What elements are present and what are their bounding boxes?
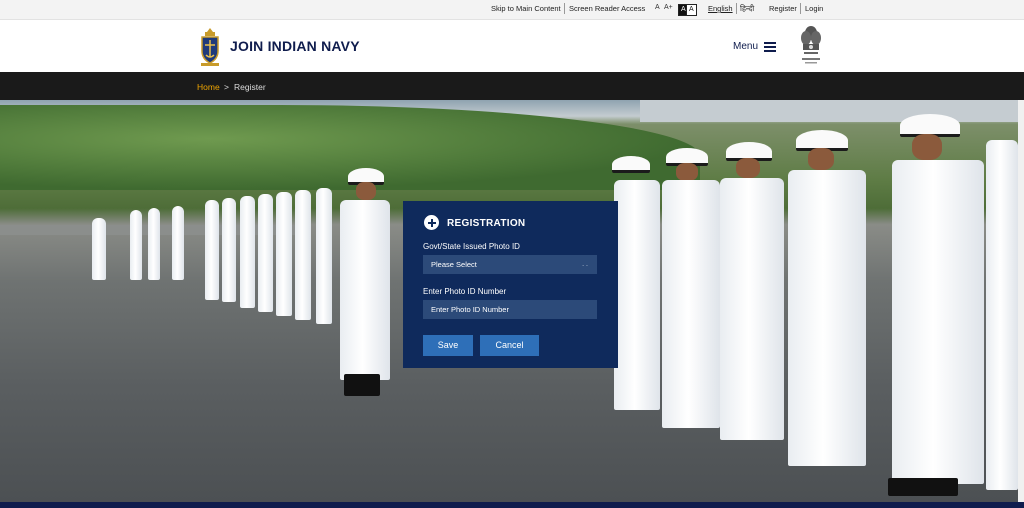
divider <box>564 3 565 14</box>
sailor-face <box>912 134 942 160</box>
breadcrumb-home-link[interactable]: Home <box>197 82 220 92</box>
breadcrumb-current: Register <box>234 82 266 92</box>
photo-id-number-placeholder: Enter Photo ID Number <box>431 305 509 314</box>
sailor-figure <box>295 190 311 320</box>
sailor-figure <box>788 170 866 466</box>
officer-face <box>356 182 376 200</box>
photo-id-select[interactable]: Please Select . . <box>423 255 597 274</box>
site-header: JOIN INDIAN NAVY Menu <box>0 20 1024 72</box>
sailor-boots <box>888 478 958 496</box>
sailor-figure <box>258 194 273 312</box>
sailor-face <box>808 148 834 170</box>
divider <box>800 3 801 14</box>
font-increase-button[interactable]: A+ <box>664 4 673 11</box>
photo-id-label: Govt/State Issued Photo ID <box>423 242 520 251</box>
registration-title: REGISTRATION <box>447 218 526 229</box>
sailor-cap <box>612 156 650 173</box>
contrast-light-button[interactable]: A <box>686 4 697 16</box>
breadcrumb-separator: > <box>224 82 229 92</box>
officer-boots <box>344 374 380 396</box>
footer-strip <box>0 502 1024 508</box>
sailor-figure <box>316 188 332 324</box>
menu-button-label[interactable]: Menu <box>733 41 758 52</box>
sailor-figure <box>986 140 1018 490</box>
register-link[interactable]: Register <box>769 4 797 13</box>
cancel-button[interactable]: Cancel <box>480 335 539 356</box>
sailor-figure <box>720 178 784 440</box>
sailor-figure <box>276 192 292 316</box>
photo-id-number-input[interactable]: Enter Photo ID Number <box>423 300 597 319</box>
sailor-figure <box>205 200 219 300</box>
sailor-figure <box>130 210 142 280</box>
sailor-figure <box>662 180 720 428</box>
sailor-figure <box>92 218 106 280</box>
registration-panel: REGISTRATION Govt/State Issued Photo ID … <box>403 201 618 368</box>
national-emblem-icon <box>801 26 821 64</box>
login-link[interactable]: Login <box>805 4 823 13</box>
divider <box>736 3 737 14</box>
utility-bar: Skip to Main Content Screen Reader Acces… <box>0 0 1024 20</box>
chevron-down-icon: . . <box>582 261 588 268</box>
save-button[interactable]: Save <box>423 335 473 356</box>
photo-id-number-label: Enter Photo ID Number <box>423 287 507 296</box>
sailor-figure <box>172 206 184 280</box>
plus-circle-icon <box>424 215 439 230</box>
lang-english-link[interactable]: English <box>708 4 733 13</box>
breadcrumb: Home > Register <box>0 72 1024 100</box>
sailor-face <box>676 163 698 181</box>
sailor-figure <box>148 208 160 280</box>
screen-reader-link[interactable]: Screen Reader Access <box>569 4 645 13</box>
officer-figure <box>340 200 390 380</box>
photo-id-select-value: Please Select <box>431 260 477 269</box>
sailor-figure <box>892 160 984 484</box>
sky-area <box>640 100 1018 122</box>
hamburger-icon[interactable] <box>764 42 776 52</box>
lang-hindi-link[interactable]: हिन्दी <box>740 4 754 14</box>
sailor-figure <box>222 198 236 302</box>
font-decrease-button[interactable]: A <box>655 4 660 11</box>
sailor-figure <box>240 196 255 308</box>
sailor-figure <box>614 180 660 410</box>
skip-to-main-link[interactable]: Skip to Main Content <box>491 4 561 13</box>
sailor-face <box>736 158 760 178</box>
brand-title[interactable]: JOIN INDIAN NAVY <box>230 38 360 54</box>
page-scrollbar[interactable] <box>1018 100 1024 502</box>
navy-crest-icon[interactable] <box>198 27 222 67</box>
